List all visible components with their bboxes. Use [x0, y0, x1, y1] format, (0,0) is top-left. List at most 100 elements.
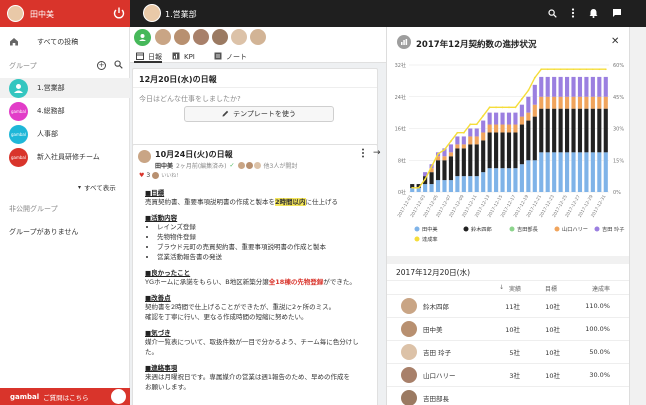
bar-segment	[603, 76, 608, 97]
help-footer[interactable]: gambal ご質問はこちら	[0, 388, 130, 405]
composer-date-title: 12月20日(水)の日報	[139, 75, 217, 84]
bar-segment	[552, 76, 557, 97]
bar-segment	[468, 128, 473, 137]
y-tick-label: 0社	[398, 189, 406, 196]
bar-segment	[500, 124, 505, 133]
scrollbar[interactable]	[629, 27, 646, 405]
post-author[interactable]: 田中美	[155, 161, 173, 170]
table-row[interactable]: 鈴木四郎 11社 10社 110.0%	[387, 294, 630, 317]
more-vert-icon[interactable]	[571, 8, 575, 20]
sidebar-item-group-1[interactable]: 1.営業部	[0, 78, 130, 98]
body-text: YGホームに承諾をもらい、B地区新築分譲	[145, 278, 269, 286]
avatar[interactable]	[212, 29, 228, 45]
avatar[interactable]	[231, 29, 247, 45]
user-header[interactable]: 田中美	[0, 0, 130, 27]
sidebar-item-group-4[interactable]: gambal 新入社員研修チーム	[0, 147, 130, 167]
y2-tick-label: 0%	[613, 190, 621, 196]
use-template-button[interactable]: テンプレートを使う	[184, 106, 334, 122]
show-all-link[interactable]: ▾ すべて表示	[78, 182, 116, 193]
bar-segment	[468, 144, 473, 177]
search-icon[interactable]	[114, 60, 123, 71]
y2-tick-label: 45%	[613, 95, 624, 101]
avatar[interactable]	[250, 29, 266, 45]
member-name: 吉田 玲子	[423, 349, 452, 357]
sidebar-item-group-3[interactable]: gambal 人事部	[0, 124, 130, 144]
list-item: 先物物件登録	[157, 232, 375, 242]
sidebar-item-group-2[interactable]: gambal 4.総務部	[0, 101, 130, 121]
sort-arrow-icon[interactable]: ↓	[499, 284, 504, 291]
chat-icon[interactable]	[612, 8, 622, 20]
more-vert-icon[interactable]	[361, 148, 365, 160]
search-icon[interactable]	[548, 9, 557, 20]
sidebar-item-all-posts[interactable]: すべての投稿	[0, 32, 130, 52]
column-header[interactable]: 達成率	[592, 284, 610, 293]
add-member-icon[interactable]	[134, 29, 151, 46]
y2-tick-label: 15%	[613, 158, 624, 164]
bar-segment	[590, 108, 595, 153]
add-group-icon[interactable]: +	[97, 61, 106, 70]
y2-tick-label: 60%	[613, 63, 624, 69]
tab-note[interactable]: ノート	[214, 51, 247, 62]
rate-point	[553, 68, 556, 71]
legend-label: 吉田部長	[517, 225, 539, 233]
bar-segment	[532, 116, 537, 161]
table-date: 2017年12月20日(水)	[396, 268, 471, 277]
readers-count[interactable]: 他3人が開封	[264, 161, 298, 170]
close-icon[interactable]: ✕	[611, 36, 619, 47]
avatar[interactable]	[193, 29, 209, 45]
avatar[interactable]	[174, 29, 190, 45]
bar-segment	[429, 172, 434, 185]
rate-point	[450, 140, 452, 143]
avatar[interactable]	[155, 29, 171, 45]
table-row[interactable]: 田中美 10社 10社 100.0%	[387, 317, 630, 340]
bar-segment	[597, 152, 602, 192]
bar-segment	[468, 176, 473, 192]
rate-point	[521, 97, 523, 100]
column-header[interactable]: 実績	[509, 284, 521, 293]
active-tab-indicator	[134, 61, 162, 63]
table-row[interactable]: 山口ハリー 3社 10社 30.0%	[387, 363, 630, 386]
bar-segment	[506, 124, 512, 133]
bell-icon[interactable]	[589, 8, 598, 20]
bar-segment	[448, 180, 453, 192]
rate-point	[533, 76, 536, 79]
y-tick-label: 16社	[395, 126, 406, 133]
reactions[interactable]: ♥ 3 いいね!	[139, 172, 178, 179]
power-icon[interactable]	[113, 6, 125, 20]
report-input[interactable]: 今日はどんな仕事をしましたか?	[139, 94, 241, 104]
kpi-panel: 2017年12月契約数の進捗状況 ✕ 0社 8社 16社 24社 32社 0% 15% 30%…	[386, 27, 630, 405]
panel-title: 2017年12月契約数の進捗状況	[416, 40, 537, 50]
table-row[interactable]: 吉田部長	[387, 386, 630, 405]
feed-column: 日報 KPI ノート 12月20日(水)の日報 今日はどんな仕事をしましたか? …	[130, 27, 386, 405]
bar-segment	[487, 112, 492, 125]
gambal-logo: gambal	[9, 124, 28, 144]
avatar	[401, 367, 417, 383]
body-text: 契約書を2時間で仕上げることができたが、重説に2ヶ所のミス。	[145, 303, 336, 311]
tab-kpi[interactable]: KPI	[172, 51, 195, 62]
bar-segment	[597, 96, 602, 109]
progress-chart: 0社8社16社24社32社0%15%30%45%60%2017-12-01201…	[395, 62, 625, 243]
table-row[interactable]: 吉田 玲子 5社 10社 50.0%	[387, 340, 630, 363]
rate-point	[462, 131, 465, 134]
rate-point	[495, 106, 497, 109]
rate-point	[527, 89, 530, 92]
bar-segment	[532, 160, 537, 192]
legend-marker	[414, 236, 420, 242]
help-text: ご質問はこちら	[43, 393, 89, 402]
column-header[interactable]: 目標	[545, 284, 557, 293]
bar-segment	[577, 152, 583, 192]
bar-segment	[565, 108, 570, 153]
bar-segment	[468, 136, 473, 145]
bar-segment	[519, 104, 524, 117]
bar-segment	[487, 168, 492, 192]
arrow-right-icon[interactable]: →	[373, 148, 381, 158]
post-body: ■目標 売買契約書、重要事項説明書の作成と製本を2時間以内に仕上げる ■活動内容…	[145, 187, 375, 392]
avatar	[401, 344, 417, 360]
bar-segment	[552, 108, 557, 153]
bar-segment	[603, 96, 608, 109]
bar-segment	[552, 96, 557, 109]
rate-point	[572, 68, 575, 71]
target-value: 10社	[545, 372, 560, 380]
post-title[interactable]: 10月24日(火)の日報	[155, 149, 233, 160]
list-item: 営業活動報告書の発送	[157, 252, 375, 262]
